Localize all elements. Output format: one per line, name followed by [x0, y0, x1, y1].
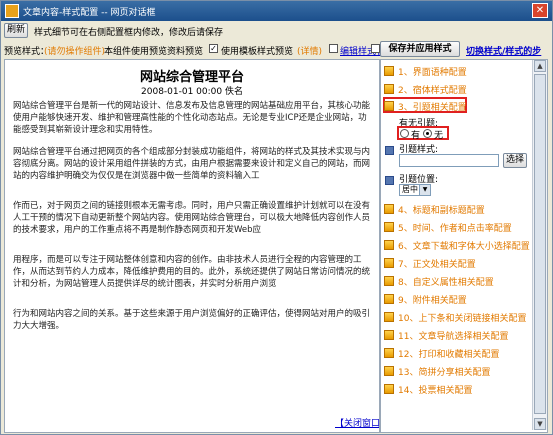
article-paragraph: 用程序，而是可以专注于网站整体创意和内容的创作。由非技术人员进行全程的内容管理的…	[13, 255, 371, 289]
config-item[interactable]: 4、标题和副标题配置	[384, 202, 530, 216]
edit-style-icon	[329, 44, 338, 53]
save-apply-button[interactable]: 保存并应用样式	[380, 41, 460, 57]
config-item[interactable]: 9、附件相关配置	[384, 292, 530, 306]
folder-icon	[384, 366, 394, 376]
config-panel: 1、界面语种配置 2、宿体样式配置 3、引题相关配置 有无引题: 有 无 引题样…	[380, 59, 548, 433]
lead-position-select[interactable]: 居中 ▼	[399, 184, 431, 196]
preview-style-label: 预览样式：	[4, 47, 50, 57]
lead-no-label: 无	[434, 131, 444, 141]
refresh-button[interactable]: 刷新	[4, 23, 28, 38]
app-icon	[5, 4, 19, 18]
window-title: 文章内容-样式配置 -- 网页对话框	[23, 8, 156, 18]
article-paragraph: 行为和网站内容之间的关系。基于这些来源于用户浏览偏好的正确评估，使得网站对用户的…	[13, 309, 371, 331]
folder-icon	[384, 330, 394, 340]
close-icon[interactable]: ✕	[532, 3, 548, 18]
config-scrollbar[interactable]: ▲ ▼	[532, 60, 547, 430]
collapse-icon[interactable]	[371, 44, 380, 53]
template-preview-checkbox[interactable]: ✓	[209, 44, 218, 53]
folder-icon	[384, 66, 394, 76]
title-bar: 文章内容-样式配置 -- 网页对话框 ✕	[1, 1, 552, 21]
config-item[interactable]: 7、正文处相关配置	[384, 256, 530, 270]
switch-style-link[interactable]: 切换样式/样式的步	[466, 44, 541, 57]
folder-icon	[384, 240, 394, 250]
folder-icon	[384, 312, 394, 322]
template-detail-link[interactable]: (详情)	[297, 44, 322, 57]
config-item[interactable]: 8、自定义属性相关配置	[384, 274, 530, 288]
config-column: 保存并应用样式 切换样式/样式的步 1、界面语种配置 2、宿体样式配置 3、引题…	[380, 41, 550, 433]
folder-icon	[384, 84, 394, 94]
config-item[interactable]: 1、界面语种配置	[384, 64, 530, 78]
lead-no-radio[interactable]	[423, 129, 432, 138]
config-item[interactable]: 2、宿体样式配置	[384, 82, 530, 96]
scrollbar-thumb[interactable]	[534, 74, 546, 414]
lead-style-input[interactable]	[399, 154, 499, 167]
component-note: (请勿操作组件)	[44, 47, 106, 57]
dialog-window: 文章内容-样式配置 -- 网页对话框 ✕ 刷新 样式细节可在右侧配置框内修改，修…	[0, 0, 553, 435]
preview-pane: 网站综合管理平台 2008-01-01 00:00 佚名 网站综合管理平台是新一…	[4, 59, 380, 433]
scroll-up-icon[interactable]: ▲	[534, 60, 546, 72]
close-window-link[interactable]: 【关闭窗口】	[335, 416, 379, 429]
toolbar: 刷新 样式细节可在右侧配置框内修改，修改后请保存	[4, 23, 550, 38]
edit-icon	[385, 146, 394, 155]
edit-icon	[385, 176, 394, 185]
folder-icon	[384, 348, 394, 358]
article-title: 网站综合管理平台	[139, 70, 244, 85]
config-item[interactable]: 12、打印和收藏相关配置	[384, 346, 530, 360]
toolbar-hint: 样式细节可在右侧配置框内修改，修改后请保存	[34, 28, 224, 38]
lead-yes-radio[interactable]	[400, 129, 409, 138]
folder-icon	[384, 258, 394, 268]
component-hint: 本组件使用预览资料预览	[104, 47, 204, 57]
config-item[interactable]: 5、时间、作者和点击率配置	[384, 220, 530, 234]
folder-icon	[384, 294, 394, 304]
folder-icon	[384, 204, 394, 214]
template-preview-label: 使用模板样式预览	[221, 47, 294, 57]
config-item[interactable]: 10、上下条和关闭链接相关配置	[384, 310, 530, 324]
folder-icon	[384, 276, 394, 286]
article-meta: 2008-01-01 00:00 佚名	[141, 87, 243, 97]
lead-yes-label: 有	[411, 131, 421, 141]
config-item[interactable]: 14、投票相关配置	[384, 382, 530, 396]
folder-icon	[384, 222, 394, 232]
article-paragraph: 网站综合管理平台是新一代的网站设计、信息发布及信息管理的网站基础应用平台，其核心…	[13, 101, 371, 135]
folder-icon	[384, 101, 394, 111]
chevron-down-icon: ▼	[419, 185, 430, 195]
scroll-down-icon[interactable]: ▼	[534, 418, 546, 430]
config-item[interactable]: 11、文章导航选择相关配置	[384, 328, 530, 342]
select-style-button[interactable]: 选择	[503, 153, 527, 168]
folder-icon	[384, 384, 394, 394]
config-item[interactable]: 6、文章下载和字体大小选择配置	[384, 238, 530, 252]
config-item[interactable]: 13、简拼分享相关配置	[384, 364, 530, 378]
config-item-lead-active[interactable]: 3、引题相关配置	[384, 99, 530, 113]
article-paragraph: 网站综合管理平台通过把网页的各个组成部分封装成功能组件，将网站的样式及其技术实现…	[13, 147, 371, 181]
article-paragraph: 作而已，对于网页之间的链接则根本无需考虑。同时，用户只需正确设置维护计划就可以在…	[13, 201, 371, 235]
